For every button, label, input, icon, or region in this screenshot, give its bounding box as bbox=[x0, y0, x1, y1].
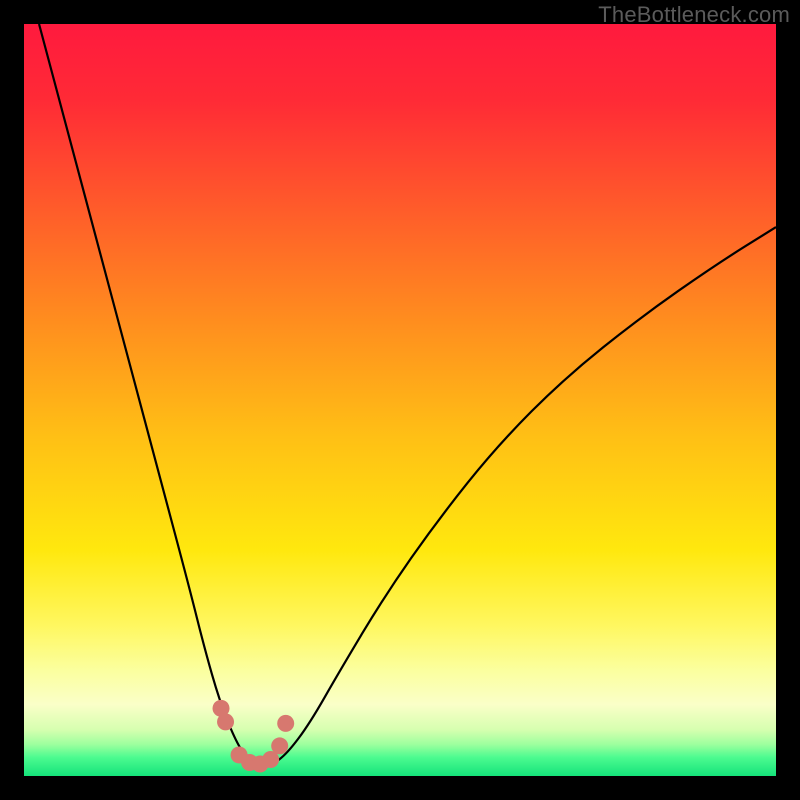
watermark-label: TheBottleneck.com bbox=[598, 2, 790, 28]
marker-point bbox=[277, 715, 294, 732]
bottleneck-chart bbox=[24, 24, 776, 776]
marker-point bbox=[217, 713, 234, 730]
marker-point bbox=[271, 737, 288, 754]
chart-frame bbox=[24, 24, 776, 776]
gradient-background bbox=[24, 24, 776, 776]
